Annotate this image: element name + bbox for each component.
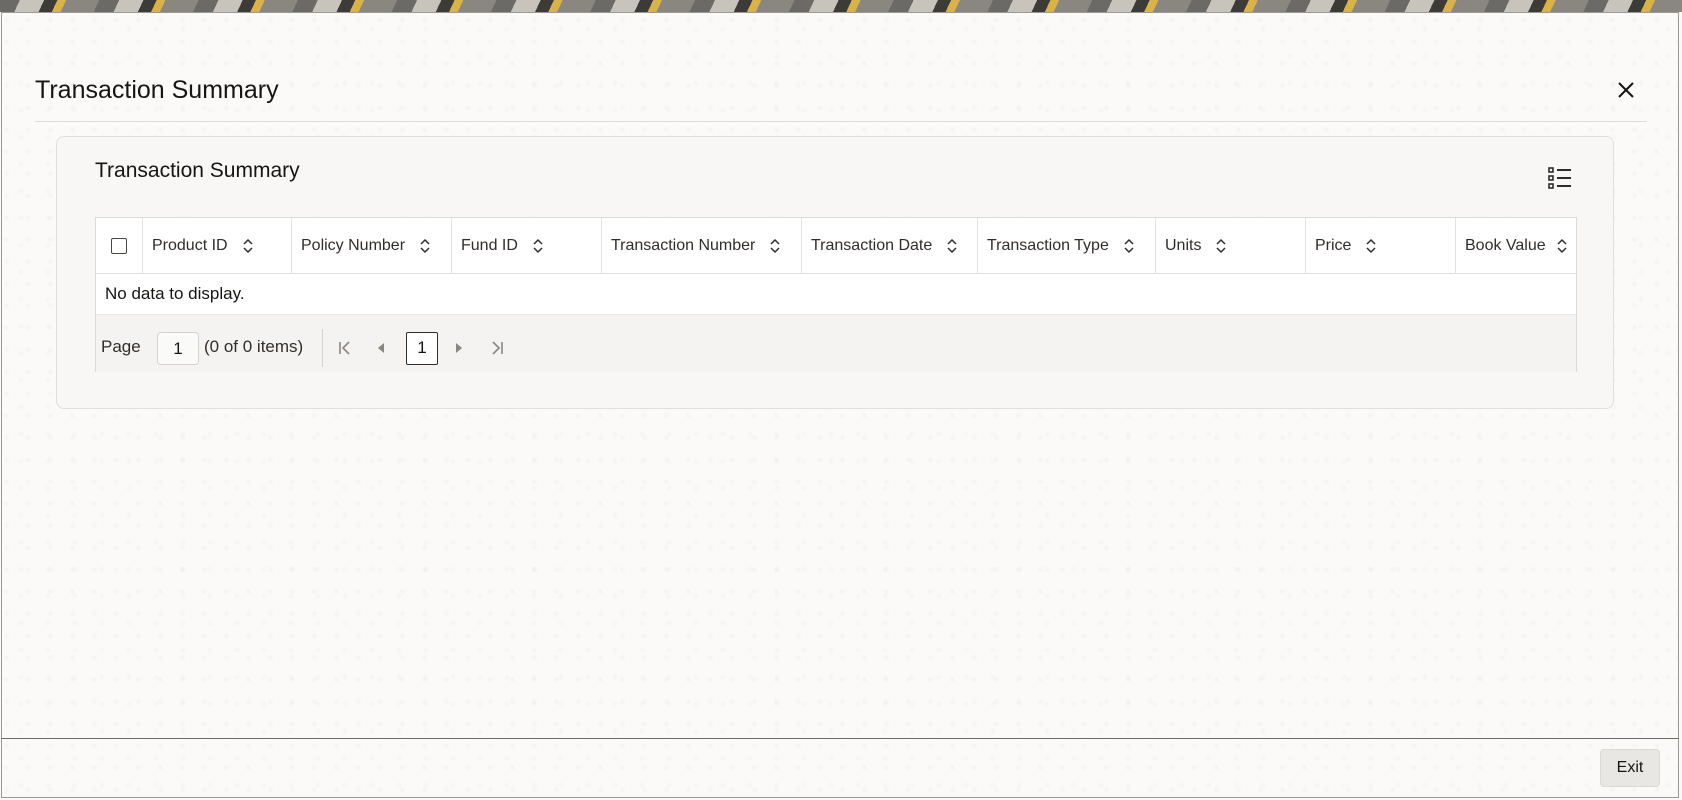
previous-page-icon: [378, 343, 384, 353]
close-button[interactable]: [1612, 76, 1640, 104]
column-label: Policy Number: [301, 236, 406, 254]
list-view-icon: [1548, 167, 1571, 189]
column-header-transaction-date[interactable]: Transaction Date: [802, 218, 978, 273]
transaction-table: Product ID Policy Number Fund ID Transac…: [95, 217, 1577, 372]
dialog-title: Transaction Summary: [35, 76, 279, 104]
column-label: Transaction Type: [987, 236, 1109, 254]
first-page-icon: [339, 341, 350, 355]
column-label: Transaction Date: [811, 236, 933, 254]
select-all-cell: [96, 218, 143, 273]
page-label: Page: [101, 337, 141, 356]
column-label: Price: [1315, 236, 1352, 254]
first-page-button[interactable]: [332, 335, 358, 361]
column-header-book-value[interactable]: Book Value: [1456, 218, 1576, 273]
column-label: Product ID: [152, 236, 228, 254]
panel-title: Transaction Summary: [95, 159, 300, 182]
select-all-checkbox[interactable]: [111, 237, 127, 254]
sort-icon: [1556, 238, 1568, 254]
next-page-icon: [456, 343, 462, 353]
sort-icon: [946, 238, 958, 254]
last-page-icon: [492, 341, 503, 355]
column-header-transaction-number[interactable]: Transaction Number: [602, 218, 802, 273]
column-label: Fund ID: [461, 236, 518, 254]
footer-divider: [1, 738, 1679, 739]
table-header: Product ID Policy Number Fund ID Transac…: [96, 218, 1576, 274]
close-icon: [1618, 82, 1634, 98]
sort-icon: [1365, 238, 1377, 254]
exit-button[interactable]: Exit: [1600, 749, 1660, 787]
column-header-policy-number[interactable]: Policy Number: [292, 218, 452, 273]
pagination-divider: [322, 329, 323, 367]
sort-icon: [242, 238, 254, 254]
column-label: Transaction Number: [611, 236, 756, 254]
sort-icon: [769, 238, 781, 254]
column-label: Book Value: [1465, 236, 1546, 254]
column-header-price[interactable]: Price: [1306, 218, 1456, 273]
column-header-product-id[interactable]: Product ID: [143, 218, 292, 273]
next-page-button[interactable]: [446, 335, 472, 361]
current-page-button[interactable]: 1: [406, 332, 438, 365]
column-header-transaction-type[interactable]: Transaction Type: [978, 218, 1156, 273]
items-count: (0 of 0 items): [204, 337, 304, 356]
column-manager-button[interactable]: [1547, 165, 1573, 191]
sort-icon: [419, 238, 431, 254]
previous-page-button[interactable]: [368, 335, 394, 361]
empty-table-message: No data to display.: [105, 284, 245, 303]
column-label: Units: [1165, 236, 1202, 254]
title-divider: [35, 121, 1647, 122]
column-header-fund-id[interactable]: Fund ID: [452, 218, 602, 273]
sort-icon: [532, 238, 544, 254]
column-header-units[interactable]: Units: [1156, 218, 1306, 273]
last-page-button[interactable]: [484, 335, 510, 361]
page-number-input[interactable]: 1: [157, 332, 199, 365]
sort-icon: [1123, 238, 1135, 254]
header-banner-strip: [0, 0, 1682, 12]
transaction-summary-panel: Transaction Summary Product ID Policy Nu…: [56, 136, 1614, 409]
pagination-bar: Page 1 (0 of 0 items) 1: [96, 314, 1576, 372]
sort-icon: [1215, 238, 1227, 254]
